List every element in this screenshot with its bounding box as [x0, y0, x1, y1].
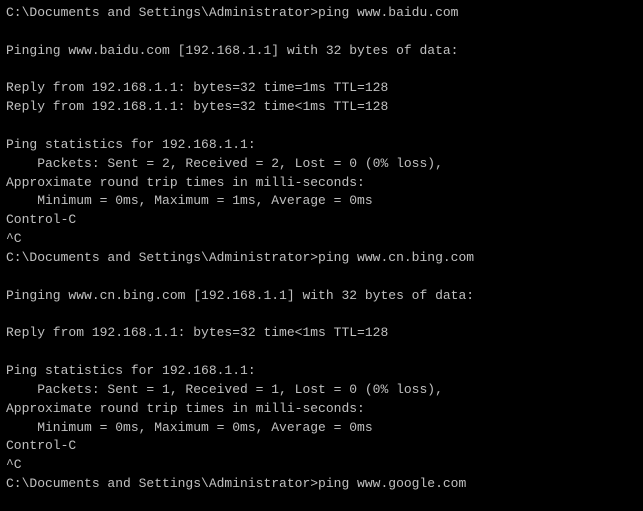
terminal-line: Reply from 192.168.1.1: bytes=32 time<1m… [6, 324, 637, 343]
terminal-line: Ping statistics for 192.168.1.1: [6, 362, 637, 381]
terminal-line: C:\Documents and Settings\Administrator>… [6, 475, 637, 494]
terminal-line [6, 268, 637, 287]
terminal-line: C:\Documents and Settings\Administrator>… [6, 249, 637, 268]
terminal-line [6, 306, 637, 325]
terminal-window[interactable]: C:\Documents and Settings\Administrator>… [0, 0, 643, 511]
terminal-line: C:\Documents and Settings\Administrator>… [6, 4, 637, 23]
terminal-line [6, 23, 637, 42]
terminal-line: Control-C [6, 437, 637, 456]
terminal-line [6, 117, 637, 136]
terminal-line: Packets: Sent = 1, Received = 1, Lost = … [6, 381, 637, 400]
terminal-line: Packets: Sent = 2, Received = 2, Lost = … [6, 155, 637, 174]
terminal-line: Reply from 192.168.1.1: bytes=32 time=1m… [6, 79, 637, 98]
terminal-line: Reply from 192.168.1.1: bytes=32 time<1m… [6, 98, 637, 117]
terminal-line: Pinging www.cn.bing.com [192.168.1.1] wi… [6, 287, 637, 306]
terminal-line: Pinging www.baidu.com [192.168.1.1] with… [6, 42, 637, 61]
terminal-line: Control-C [6, 211, 637, 230]
terminal-line [6, 494, 637, 511]
terminal-line: Minimum = 0ms, Maximum = 1ms, Average = … [6, 192, 637, 211]
terminal-line: Ping statistics for 192.168.1.1: [6, 136, 637, 155]
terminal-line: Minimum = 0ms, Maximum = 0ms, Average = … [6, 419, 637, 438]
terminal-line: Approximate round trip times in milli-se… [6, 400, 637, 419]
terminal-line: ^C [6, 456, 637, 475]
terminal-line [6, 343, 637, 362]
terminal-line: ^C [6, 230, 637, 249]
terminal-line [6, 61, 637, 80]
terminal-line: Approximate round trip times in milli-se… [6, 174, 637, 193]
